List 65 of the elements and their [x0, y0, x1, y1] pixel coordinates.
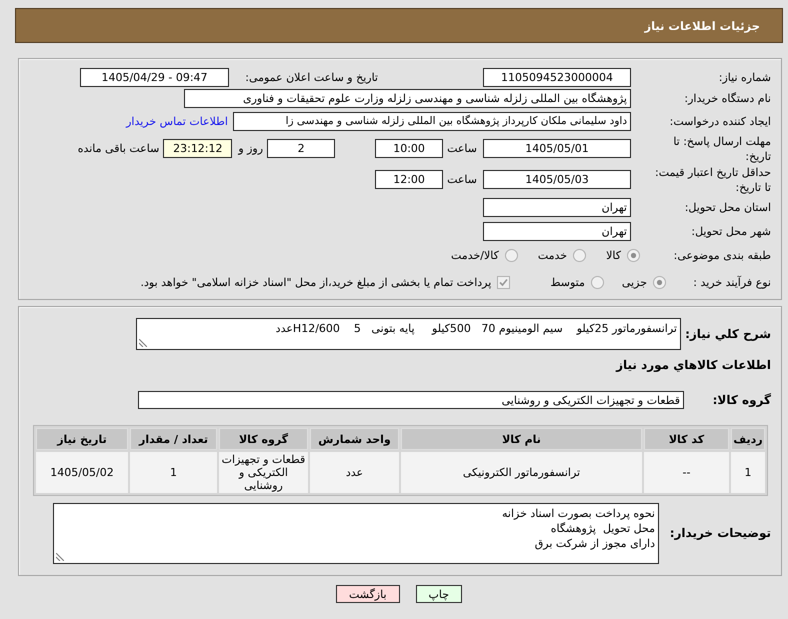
radio-icon[interactable] [627, 248, 640, 262]
column-header: تعداد / مقدار [130, 428, 217, 450]
radio-icon[interactable] [590, 276, 604, 288]
province-field[interactable]: تهران [483, 198, 631, 217]
column-header: کد کالا [644, 428, 729, 450]
column-header: نام کالا [401, 428, 642, 450]
column-header: ردیف [731, 428, 765, 450]
radio-option[interactable]: کالا/خدمت [451, 248, 518, 262]
checkbox-icon[interactable] [497, 276, 510, 288]
days-field[interactable]: 2 [267, 139, 336, 158]
field-label: نام دستگاه خریدار: [684, 92, 771, 105]
radio-option[interactable]: خدمت [538, 248, 586, 262]
validity-date-field[interactable]: 1405/05/03 [483, 170, 631, 189]
city-field[interactable]: تهران [483, 222, 631, 240]
table-cell: عدد [310, 452, 399, 493]
buyer-notes-field[interactable]: نحوه پرداخت بصورت اسناد خزانه محل تحویل پژوهشگاه دارای مجوز از شرکت برق [53, 503, 659, 564]
column-header: تاریخ نیاز [36, 428, 128, 450]
field-label: شهر محل تحویل: [691, 224, 771, 238]
field-label: تاریخ و ساعت اعلان عمومی: [245, 70, 378, 84]
remaining-time-field[interactable]: 23:12:12 [163, 139, 232, 158]
field-label: ساعت [447, 173, 477, 186]
field-label: ایجاد کننده درخواست: [670, 115, 771, 128]
field-label: استان محل تحویل: [684, 201, 771, 214]
table-cell: 1 [731, 452, 765, 493]
field-label: گروه کالا: [712, 392, 771, 406]
requester-field[interactable]: داود سلیمانی ملکان کارپرداز پژوهشگاه بین المللی زلزله شناسی و مهندسی زا [233, 112, 631, 131]
radio-option[interactable]: جزیی [622, 276, 666, 288]
deadline-date-field[interactable]: 1405/05/01 [483, 139, 631, 158]
resize-grip-icon[interactable] [56, 553, 64, 561]
radio-icon[interactable] [504, 248, 518, 262]
radio-option[interactable]: کالا [606, 248, 640, 262]
field-label: طبقه بندی موضوعی: [674, 248, 771, 262]
back-button[interactable]: بازگشت [336, 585, 400, 603]
field-label: نوع فرآیند خرید : [693, 276, 771, 288]
column-header: واحد شمارش [310, 428, 399, 450]
table-cell: -- [644, 452, 729, 493]
goods-group-field[interactable]: قطعات و تجهیزات الکتریکی و روشنایی [138, 391, 684, 409]
resize-grip-icon[interactable] [139, 339, 147, 347]
field-label: توضیحات خریدار: [670, 526, 771, 540]
validity-time-field[interactable]: 12:00 [375, 170, 444, 189]
field-label: شماره نیاز: [718, 70, 771, 84]
column-header: گروه کالا [219, 428, 308, 450]
table-cell: قطعات و تجهیزات الکتریکی و روشنایی [219, 452, 308, 493]
buyer-name-field[interactable]: پژوهشگاه بین المللی زلزله شناسی و مهندسی زلزله وزارت علوم تحقیقات و فناوری [184, 89, 631, 108]
need-number-field[interactable]: 1105094523000004 [483, 68, 631, 86]
field-label: ساعت باقی مانده [78, 142, 160, 155]
page-title: جزئیات اطلاعات نیاز [644, 18, 760, 32]
radio-option[interactable]: متوسط [550, 276, 604, 288]
table-cell: ترانسفورماتور الکترونیکی [401, 452, 642, 493]
description-field[interactable]: ترانسفورماتور 25کیلو سیم الومینیوم 70 500کیلو پایه بتونی 5 H12/600عدد [136, 318, 681, 350]
field-label: ساعت [447, 142, 477, 155]
checkbox-option[interactable]: پرداخت تمام یا بخشی از مبلغ خرید،از محل "اسناد خزانه اسلامی" خواهد بود. [140, 276, 510, 288]
table-cell: 1405/05/02 [36, 452, 128, 493]
radio-icon[interactable] [653, 276, 666, 288]
print-button[interactable]: چاپ [416, 585, 462, 603]
field-label: روز و [238, 142, 264, 155]
deadline-time-field[interactable]: 10:00 [375, 139, 444, 158]
table-cell: 1 [130, 452, 217, 493]
radio-icon[interactable] [573, 248, 586, 262]
section-heading: اطلاعات كالاهاي مورد نياز [616, 358, 771, 372]
field-label: شرح كلي نياز: [685, 326, 771, 340]
field-label: حداقل تاریخ اعتبار قیمت: تا تاریخ: [655, 166, 771, 194]
contact-link[interactable]: اطلاعات تماس خریدار [126, 115, 228, 128]
field-label: مهلت ارسال پاسخ: تا تاریخ: [673, 134, 771, 162]
announcement-date-field[interactable]: 1405/04/29 - 09:47 [80, 68, 229, 86]
